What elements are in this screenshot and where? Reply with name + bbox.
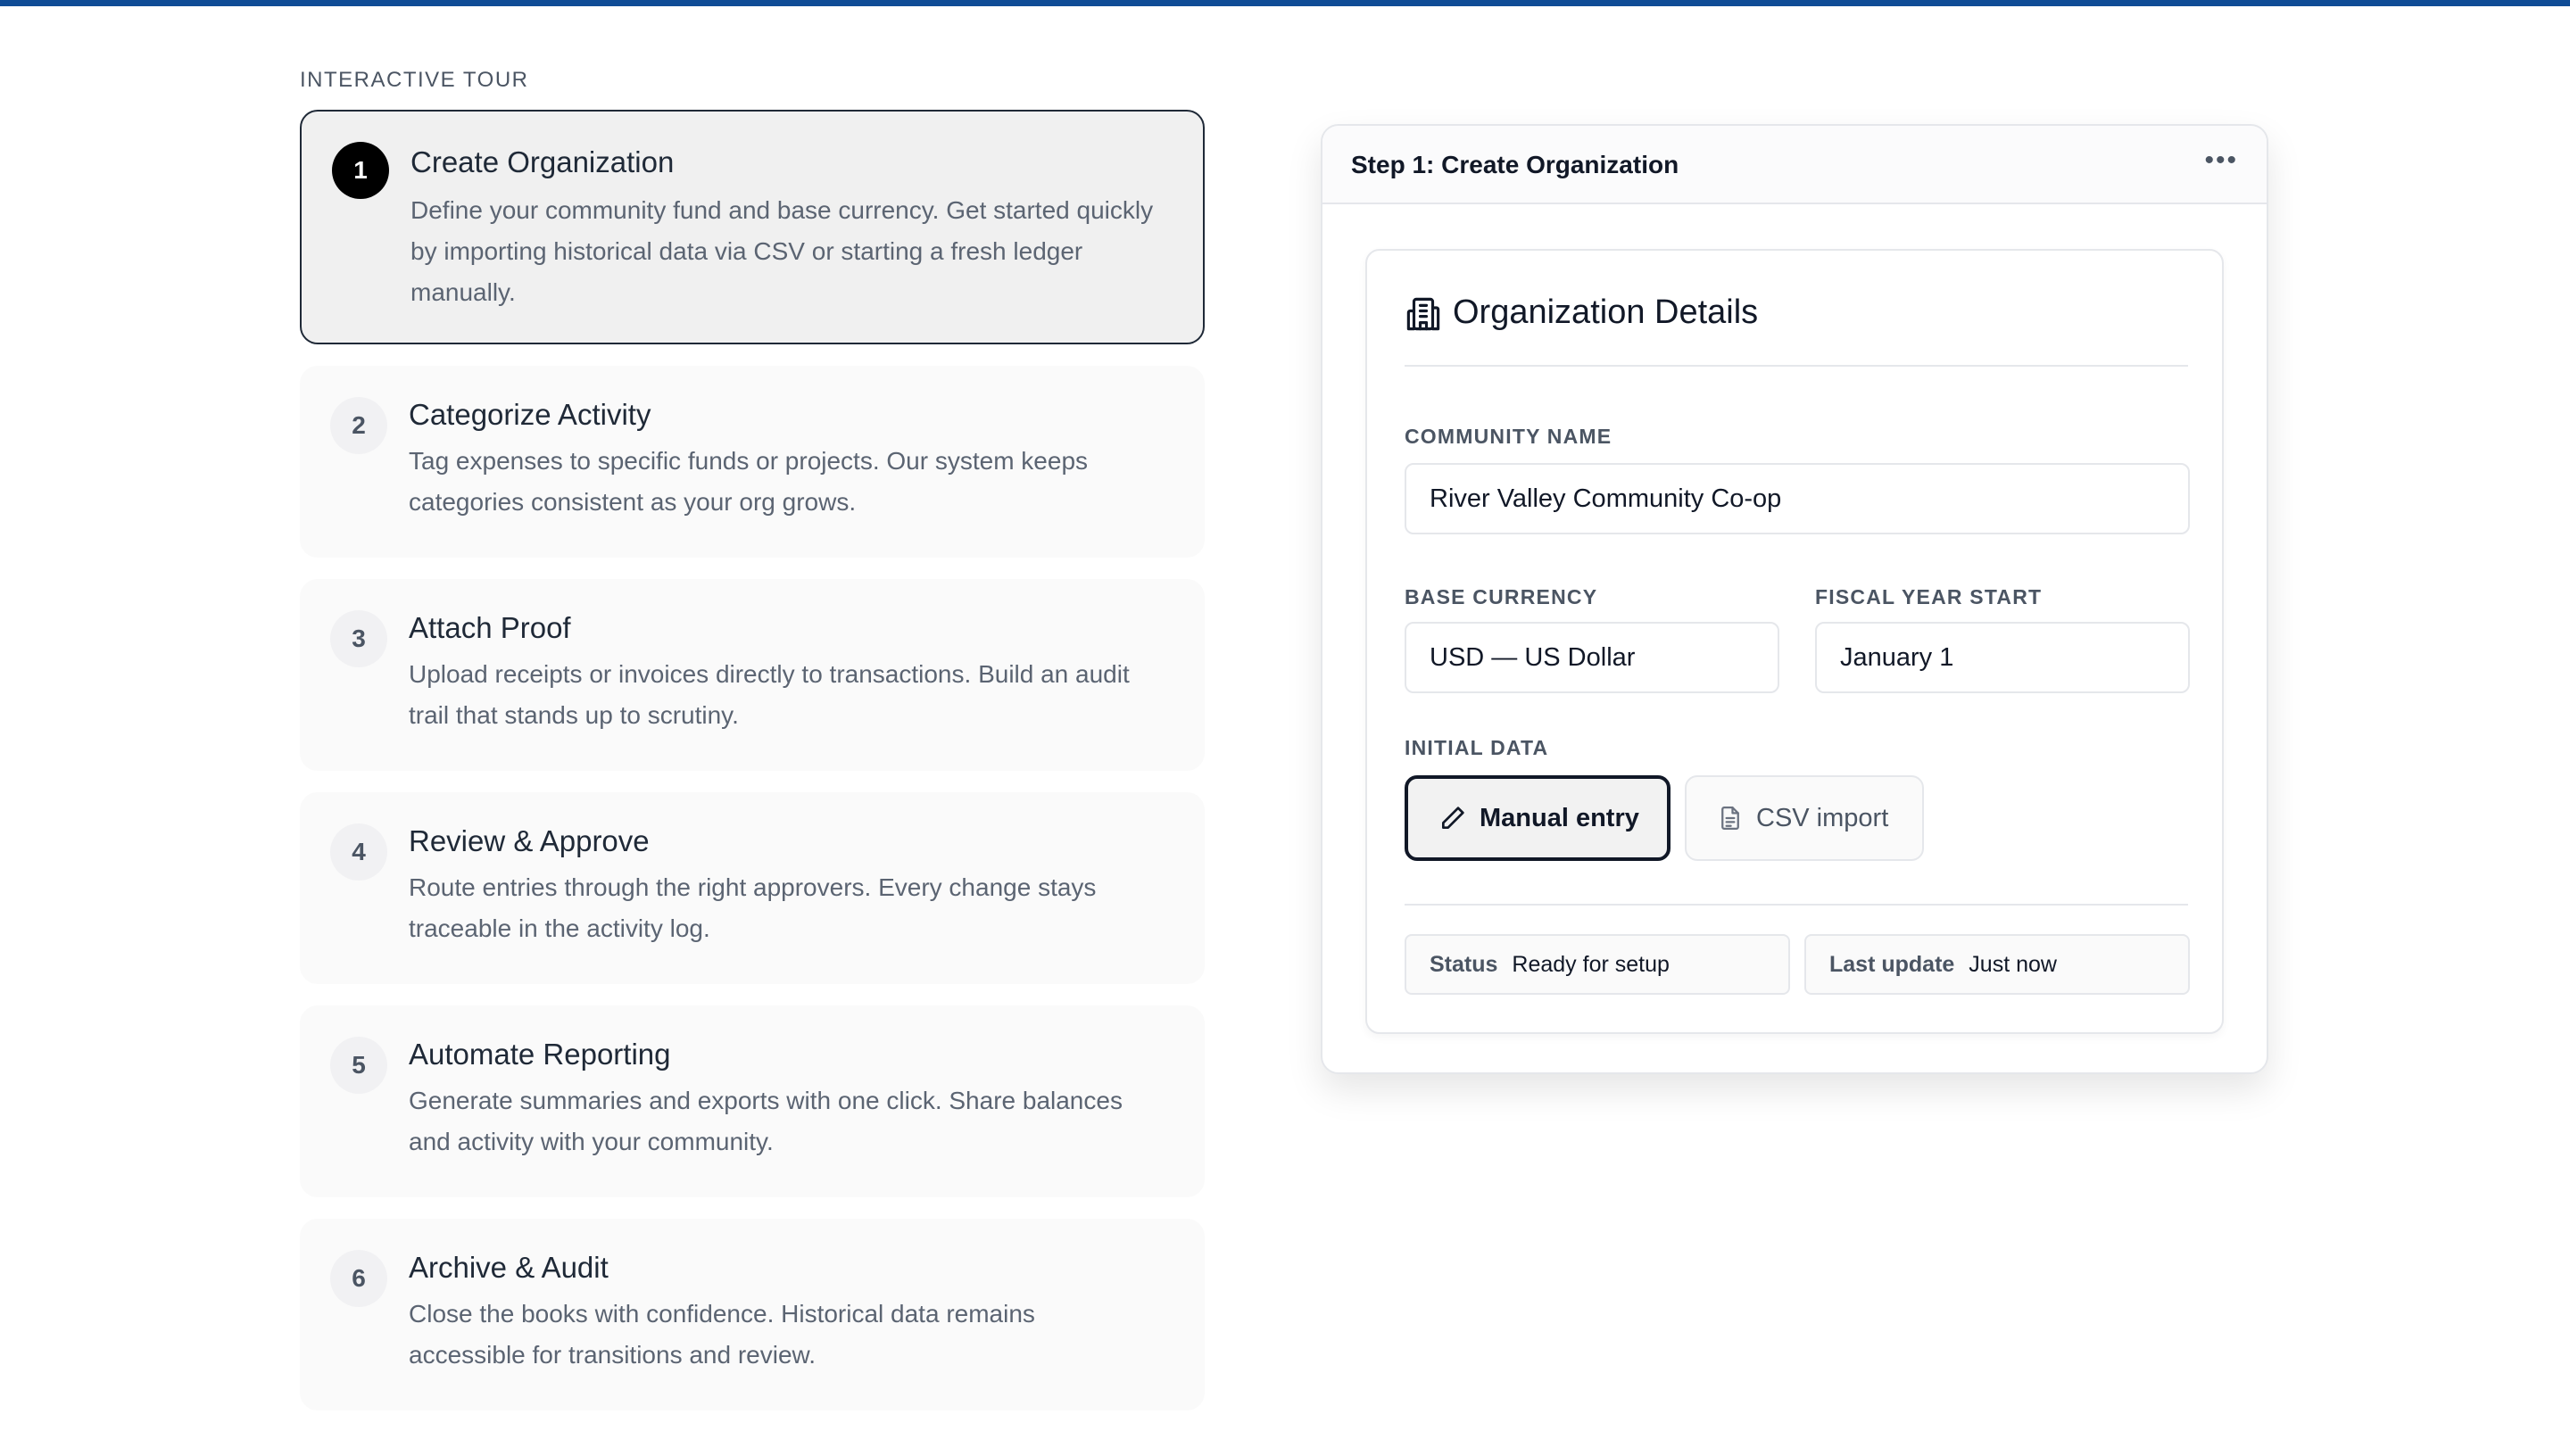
step-title: Review & Approve	[409, 824, 650, 857]
step-title: Attach Proof	[409, 611, 571, 644]
tour-steps-list: 1 Create Organization Define your commun…	[300, 110, 1205, 1432]
step-title: Automate Reporting	[409, 1038, 671, 1071]
step-description: Tag expenses to specific funds or projec…	[409, 447, 1089, 516]
panel-header: Step 1: Create Organization •••	[1322, 126, 2267, 204]
step-title: Create Organization	[410, 145, 675, 178]
base-currency-label: BASE CURRENCY	[1405, 585, 1598, 608]
tour-step-1[interactable]: 1 Create Organization Define your commun…	[300, 110, 1205, 344]
csv-import-label: CSV import	[1756, 803, 1889, 832]
step-description: Generate summaries and exports with one …	[409, 1087, 1123, 1155]
base-currency-select[interactable]: USD — US Dollar	[1405, 622, 1779, 693]
status-chip: Status Ready for setup	[1405, 934, 1790, 995]
step-description: Close the books with confidence. Histori…	[409, 1300, 1035, 1369]
tour-step-4[interactable]: 4 Review & Approve Route entries through…	[300, 792, 1205, 984]
step-number-badge: 2	[330, 397, 387, 454]
last-update-chip: Last update Just now	[1804, 934, 2190, 995]
step-description: Upload receipts or invoices directly to …	[409, 660, 1130, 729]
step-title: Archive & Audit	[409, 1251, 609, 1284]
tour-step-5[interactable]: 5 Automate Reporting Generate summaries …	[300, 1005, 1205, 1197]
step-title: Categorize Activity	[409, 398, 651, 431]
divider	[1405, 904, 2188, 906]
pencil-icon	[1442, 807, 1464, 829]
step-number-badge: 1	[332, 142, 389, 199]
step-number-badge: 6	[330, 1250, 387, 1307]
initial-data-label: INITIAL DATA	[1405, 736, 1549, 759]
step-number-badge: 4	[330, 823, 387, 881]
step-description: Route entries through the right approver…	[409, 873, 1097, 942]
panel-title: Step 1: Create Organization	[1351, 151, 1679, 178]
manual-entry-label: Manual entry	[1480, 803, 1639, 832]
step-number-badge: 3	[330, 610, 387, 667]
last-update-key: Last update	[1829, 951, 1955, 977]
last-update-value: Just now	[1969, 951, 2057, 977]
more-options-icon[interactable]: •••	[2204, 145, 2238, 176]
tour-step-2[interactable]: 2 Categorize Activity Tag expenses to sp…	[300, 366, 1205, 558]
step-description: Define your community fund and base curr…	[410, 196, 1154, 306]
step-preview-panel: Step 1: Create Organization ••• Organiza…	[1321, 124, 2268, 1074]
organization-details-card: Organization Details COMMUNITY NAME Rive…	[1365, 249, 2224, 1034]
file-icon	[1721, 807, 1739, 830]
tour-step-3[interactable]: 3 Attach Proof Upload receipts or invoic…	[300, 579, 1205, 771]
status-value: Ready for setup	[1512, 951, 1670, 977]
csv-import-button[interactable]: CSV import	[1685, 775, 1924, 861]
status-key: Status	[1430, 951, 1498, 977]
tour-eyebrow: INTERACTIVE TOUR	[300, 68, 529, 92]
tour-step-6[interactable]: 6 Archive & Audit Close the books with c…	[300, 1219, 1205, 1410]
community-name-field[interactable]: River Valley Community Co-op	[1405, 463, 2190, 534]
community-name-label: COMMUNITY NAME	[1405, 425, 1612, 448]
building-icon	[1406, 297, 1440, 331]
fiscal-year-start-select[interactable]: January 1	[1815, 622, 2190, 693]
top-accent-bar	[0, 0, 2570, 6]
divider	[1405, 365, 2188, 367]
card-title: Organization Details	[1453, 294, 1759, 331]
step-number-badge: 5	[330, 1037, 387, 1094]
manual-entry-button[interactable]: Manual entry	[1405, 775, 1670, 861]
fiscal-year-start-label: FISCAL YEAR START	[1815, 585, 2043, 608]
